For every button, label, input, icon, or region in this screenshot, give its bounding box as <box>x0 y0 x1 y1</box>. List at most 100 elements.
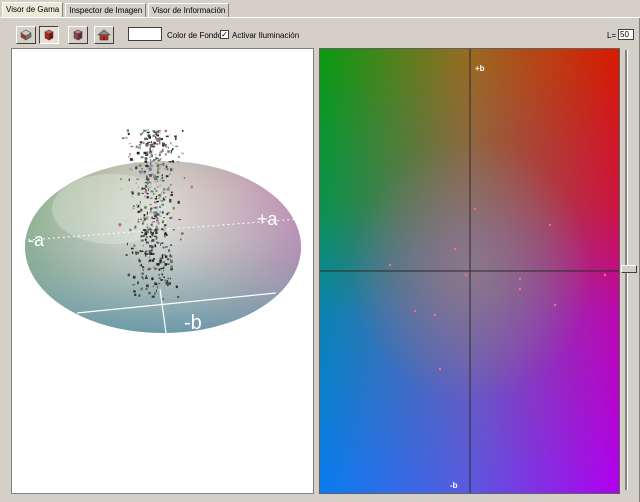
color-point <box>157 285 159 289</box>
ab-plane-canvas: +b -b <box>320 49 619 493</box>
color-point <box>162 162 165 165</box>
color-point <box>172 207 175 210</box>
color-point <box>170 277 171 280</box>
color-point <box>171 191 173 193</box>
color-point <box>163 235 166 238</box>
color-point-2d <box>518 277 522 281</box>
color-point <box>125 254 128 256</box>
color-point <box>163 217 165 219</box>
color-point <box>140 172 143 175</box>
background-color-swatch[interactable] <box>128 27 162 41</box>
color-point <box>130 194 133 197</box>
color-point <box>151 149 154 152</box>
color-point <box>149 147 151 151</box>
color-point <box>146 253 148 255</box>
color-point <box>145 288 148 290</box>
color-point <box>150 207 152 211</box>
color-point <box>152 221 155 223</box>
color-point <box>125 219 129 223</box>
cube-red-icon <box>44 29 54 41</box>
color-point <box>162 246 165 249</box>
color-point <box>148 260 150 263</box>
color-point <box>145 143 149 147</box>
color-point <box>164 168 167 170</box>
color-point <box>133 162 137 164</box>
color-point <box>170 265 173 268</box>
color-point <box>132 284 136 286</box>
color-point <box>146 178 150 181</box>
color-point <box>139 250 141 253</box>
gamut-3d-view[interactable]: -a +a -b <box>11 48 314 494</box>
color-point <box>151 197 153 199</box>
color-point <box>145 275 148 278</box>
color-point <box>139 141 143 144</box>
color-point <box>133 290 136 293</box>
color-point <box>157 222 160 225</box>
tab-info-viewer[interactable]: Visor de Información <box>148 3 230 17</box>
color-point <box>158 211 161 213</box>
color-point <box>162 227 164 229</box>
color-point <box>149 204 152 206</box>
color-point <box>146 181 149 184</box>
color-point <box>152 232 154 235</box>
color-point <box>144 196 147 198</box>
color-point <box>162 298 164 301</box>
gamut-3d-canvas: -a +a -b <box>25 129 301 334</box>
color-point <box>155 225 158 228</box>
color-point <box>153 211 157 214</box>
color-point <box>167 217 170 219</box>
color-point <box>167 165 170 167</box>
shaded-view-button[interactable] <box>68 26 88 44</box>
color-point <box>143 214 146 217</box>
neg-b-label-2d: -b <box>450 481 458 490</box>
color-point <box>169 199 172 203</box>
color-point <box>155 283 158 286</box>
tab-gamut-viewer[interactable]: Visor de Gama <box>2 2 64 18</box>
color-point <box>161 220 164 224</box>
color-point <box>151 249 153 252</box>
color-point <box>172 228 175 231</box>
color-point <box>169 143 172 145</box>
color-point <box>153 192 155 195</box>
color-point <box>129 153 131 156</box>
color-point <box>166 263 170 265</box>
color-point <box>150 196 153 198</box>
color-point <box>177 200 180 204</box>
rotate-view-button[interactable] <box>16 26 36 44</box>
color-point <box>164 279 166 282</box>
color-point <box>156 263 160 266</box>
solid-view-button[interactable] <box>39 26 59 44</box>
lightness-slider-thumb[interactable] <box>621 265 637 273</box>
color-point <box>165 282 169 285</box>
color-point <box>143 151 147 155</box>
color-point <box>133 244 136 247</box>
color-point <box>181 152 184 155</box>
lightness-input[interactable]: 50 <box>618 29 634 40</box>
color-point <box>161 174 163 177</box>
color-point <box>140 208 143 212</box>
ab-plane-view[interactable]: +b -b <box>319 48 620 494</box>
home-view-button[interactable] <box>94 26 114 44</box>
color-point <box>146 131 150 134</box>
color-point <box>135 182 137 184</box>
color-point <box>140 156 144 159</box>
color-point <box>148 256 151 258</box>
color-point <box>150 190 154 193</box>
color-point <box>154 158 157 161</box>
lighting-checkbox[interactable]: ✓ <box>220 30 229 39</box>
color-point <box>168 186 170 189</box>
color-point <box>135 145 138 149</box>
color-point <box>153 258 155 260</box>
color-point <box>118 223 122 227</box>
color-point <box>163 266 165 268</box>
color-point <box>126 129 129 133</box>
color-point <box>159 199 162 202</box>
color-point <box>158 282 161 285</box>
color-point <box>150 154 153 158</box>
color-point <box>166 258 170 260</box>
tab-image-inspector[interactable]: Inspector de Imagen <box>65 3 147 17</box>
color-point <box>156 130 160 133</box>
color-point <box>162 269 164 272</box>
color-point <box>149 235 152 238</box>
color-point <box>172 148 174 151</box>
